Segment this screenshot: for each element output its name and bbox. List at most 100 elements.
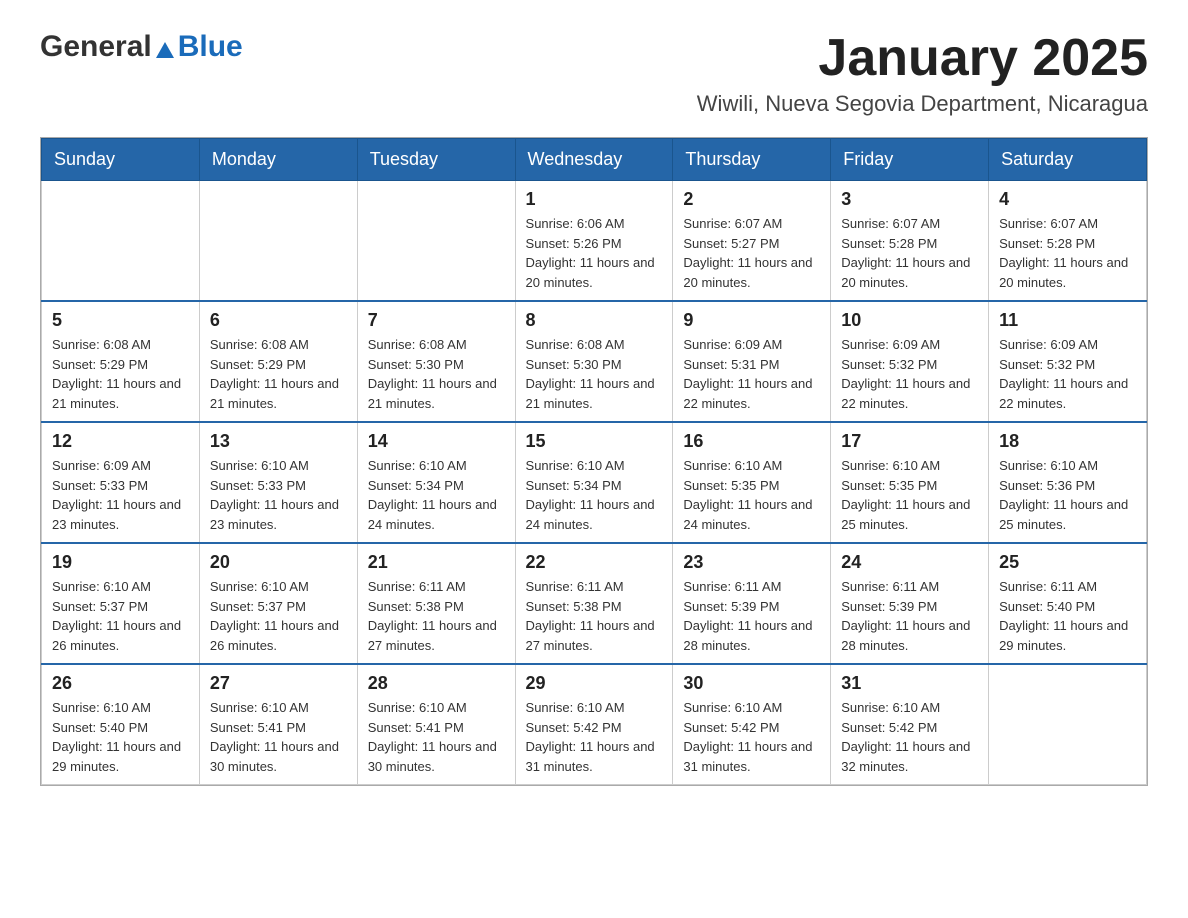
day-number: 13 [210,431,347,452]
calendar-cell: 31 Sunrise: 6:10 AM Sunset: 5:42 PM Dayli… [831,664,989,785]
day-info: Sunrise: 6:09 AM Sunset: 5:31 PM Dayligh… [683,335,820,413]
day-info: Sunrise: 6:10 AM Sunset: 5:42 PM Dayligh… [841,698,978,776]
day-number: 1 [526,189,663,210]
calendar-cell: 6 Sunrise: 6:08 AM Sunset: 5:29 PM Daylig… [199,301,357,422]
day-number: 5 [52,310,189,331]
day-number: 7 [368,310,505,331]
day-info: Sunrise: 6:11 AM Sunset: 5:39 PM Dayligh… [841,577,978,655]
day-info: Sunrise: 6:09 AM Sunset: 5:33 PM Dayligh… [52,456,189,534]
day-number: 31 [841,673,978,694]
logo: General Blue [40,30,243,64]
calendar-cell [42,181,200,302]
calendar-cell: 4 Sunrise: 6:07 AM Sunset: 5:28 PM Daylig… [989,181,1147,302]
calendar-cell: 24 Sunrise: 6:11 AM Sunset: 5:39 PM Dayli… [831,543,989,664]
day-info: Sunrise: 6:11 AM Sunset: 5:40 PM Dayligh… [999,577,1136,655]
day-number: 30 [683,673,820,694]
day-number: 18 [999,431,1136,452]
calendar-cell: 30 Sunrise: 6:10 AM Sunset: 5:42 PM Dayli… [673,664,831,785]
day-info: Sunrise: 6:10 AM Sunset: 5:35 PM Dayligh… [841,456,978,534]
day-info: Sunrise: 6:10 AM Sunset: 5:36 PM Dayligh… [999,456,1136,534]
header-sunday: Sunday [42,139,200,181]
day-info: Sunrise: 6:10 AM Sunset: 5:42 PM Dayligh… [526,698,663,776]
day-info: Sunrise: 6:10 AM Sunset: 5:35 PM Dayligh… [683,456,820,534]
calendar-week-row: 5 Sunrise: 6:08 AM Sunset: 5:29 PM Daylig… [42,301,1147,422]
calendar-cell: 29 Sunrise: 6:10 AM Sunset: 5:42 PM Dayli… [515,664,673,785]
title-block: January 2025 Wiwili, Nueva Segovia Depar… [697,30,1148,117]
day-info: Sunrise: 6:10 AM Sunset: 5:42 PM Dayligh… [683,698,820,776]
day-info: Sunrise: 6:09 AM Sunset: 5:32 PM Dayligh… [841,335,978,413]
day-info: Sunrise: 6:11 AM Sunset: 5:38 PM Dayligh… [368,577,505,655]
calendar-week-row: 26Sunrise: 6:10 AM Sunset: 5:40 PM Dayli… [42,664,1147,785]
day-number: 8 [526,310,663,331]
calendar-header-row: Sunday Monday Tuesday Wednesday Thursday… [42,139,1147,181]
calendar: Sunday Monday Tuesday Wednesday Thursday… [40,137,1148,786]
day-info: Sunrise: 6:07 AM Sunset: 5:28 PM Dayligh… [841,214,978,292]
day-number: 4 [999,189,1136,210]
day-number: 24 [841,552,978,573]
day-info: Sunrise: 6:08 AM Sunset: 5:30 PM Dayligh… [526,335,663,413]
calendar-cell: 17Sunrise: 6:10 AM Sunset: 5:35 PM Dayli… [831,422,989,543]
calendar-cell: 20Sunrise: 6:10 AM Sunset: 5:37 PM Dayli… [199,543,357,664]
day-number: 15 [526,431,663,452]
day-number: 6 [210,310,347,331]
calendar-cell: 23 Sunrise: 6:11 AM Sunset: 5:39 PM Dayli… [673,543,831,664]
day-number: 28 [368,673,505,694]
day-number: 26 [52,673,189,694]
day-info: Sunrise: 6:07 AM Sunset: 5:28 PM Dayligh… [999,214,1136,292]
day-info: Sunrise: 6:10 AM Sunset: 5:34 PM Dayligh… [368,456,505,534]
calendar-cell: 9Sunrise: 6:09 AM Sunset: 5:31 PM Daylig… [673,301,831,422]
calendar-cell: 19Sunrise: 6:10 AM Sunset: 5:37 PM Dayli… [42,543,200,664]
calendar-cell: 2Sunrise: 6:07 AM Sunset: 5:27 PM Daylig… [673,181,831,302]
calendar-cell: 28 Sunrise: 6:10 AM Sunset: 5:41 PM Dayli… [357,664,515,785]
day-info: Sunrise: 6:10 AM Sunset: 5:37 PM Dayligh… [210,577,347,655]
calendar-cell: 5 Sunrise: 6:08 AM Sunset: 5:29 PM Daylig… [42,301,200,422]
location-title: Wiwili, Nueva Segovia Department, Nicara… [697,91,1148,117]
calendar-week-row: 19Sunrise: 6:10 AM Sunset: 5:37 PM Dayli… [42,543,1147,664]
header-thursday: Thursday [673,139,831,181]
calendar-cell: 26Sunrise: 6:10 AM Sunset: 5:40 PM Dayli… [42,664,200,785]
calendar-cell: 27 Sunrise: 6:10 AM Sunset: 5:41 PM Dayli… [199,664,357,785]
calendar-week-row: 12 Sunrise: 6:09 AM Sunset: 5:33 PM Dayli… [42,422,1147,543]
day-number: 11 [999,310,1136,331]
day-number: 2 [683,189,820,210]
header-tuesday: Tuesday [357,139,515,181]
calendar-cell [199,181,357,302]
calendar-cell: 21 Sunrise: 6:11 AM Sunset: 5:38 PM Dayli… [357,543,515,664]
day-number: 21 [368,552,505,573]
header-saturday: Saturday [989,139,1147,181]
day-info: Sunrise: 6:10 AM Sunset: 5:34 PM Dayligh… [526,456,663,534]
day-info: Sunrise: 6:11 AM Sunset: 5:39 PM Dayligh… [683,577,820,655]
header-monday: Monday [199,139,357,181]
month-title: January 2025 [697,30,1148,87]
calendar-cell: 22Sunrise: 6:11 AM Sunset: 5:38 PM Dayli… [515,543,673,664]
day-number: 14 [368,431,505,452]
day-info: Sunrise: 6:08 AM Sunset: 5:29 PM Dayligh… [210,335,347,413]
day-info: Sunrise: 6:10 AM Sunset: 5:41 PM Dayligh… [210,698,347,776]
day-number: 23 [683,552,820,573]
calendar-cell: 7 Sunrise: 6:08 AM Sunset: 5:30 PM Daylig… [357,301,515,422]
day-number: 16 [683,431,820,452]
calendar-cell: 8 Sunrise: 6:08 AM Sunset: 5:30 PM Daylig… [515,301,673,422]
calendar-cell: 12 Sunrise: 6:09 AM Sunset: 5:33 PM Dayli… [42,422,200,543]
calendar-cell: 16 Sunrise: 6:10 AM Sunset: 5:35 PM Dayli… [673,422,831,543]
calendar-cell: 10 Sunrise: 6:09 AM Sunset: 5:32 PM Dayli… [831,301,989,422]
day-info: Sunrise: 6:08 AM Sunset: 5:30 PM Dayligh… [368,335,505,413]
day-number: 27 [210,673,347,694]
logo-icon [154,40,176,64]
day-info: Sunrise: 6:06 AM Sunset: 5:26 PM Dayligh… [526,214,663,292]
day-info: Sunrise: 6:08 AM Sunset: 5:29 PM Dayligh… [52,335,189,413]
logo-general-text: General [40,30,152,64]
day-number: 29 [526,673,663,694]
calendar-cell [357,181,515,302]
calendar-cell: 1 Sunrise: 6:06 AM Sunset: 5:26 PM Daylig… [515,181,673,302]
calendar-cell: 15 Sunrise: 6:10 AM Sunset: 5:34 PM Dayli… [515,422,673,543]
logo-blue-text: Blue [178,30,243,64]
header-wednesday: Wednesday [515,139,673,181]
calendar-cell: 3Sunrise: 6:07 AM Sunset: 5:28 PM Daylig… [831,181,989,302]
day-info: Sunrise: 6:11 AM Sunset: 5:38 PM Dayligh… [526,577,663,655]
day-info: Sunrise: 6:10 AM Sunset: 5:37 PM Dayligh… [52,577,189,655]
calendar-cell: 18 Sunrise: 6:10 AM Sunset: 5:36 PM Dayli… [989,422,1147,543]
day-info: Sunrise: 6:10 AM Sunset: 5:41 PM Dayligh… [368,698,505,776]
day-number: 12 [52,431,189,452]
day-number: 10 [841,310,978,331]
